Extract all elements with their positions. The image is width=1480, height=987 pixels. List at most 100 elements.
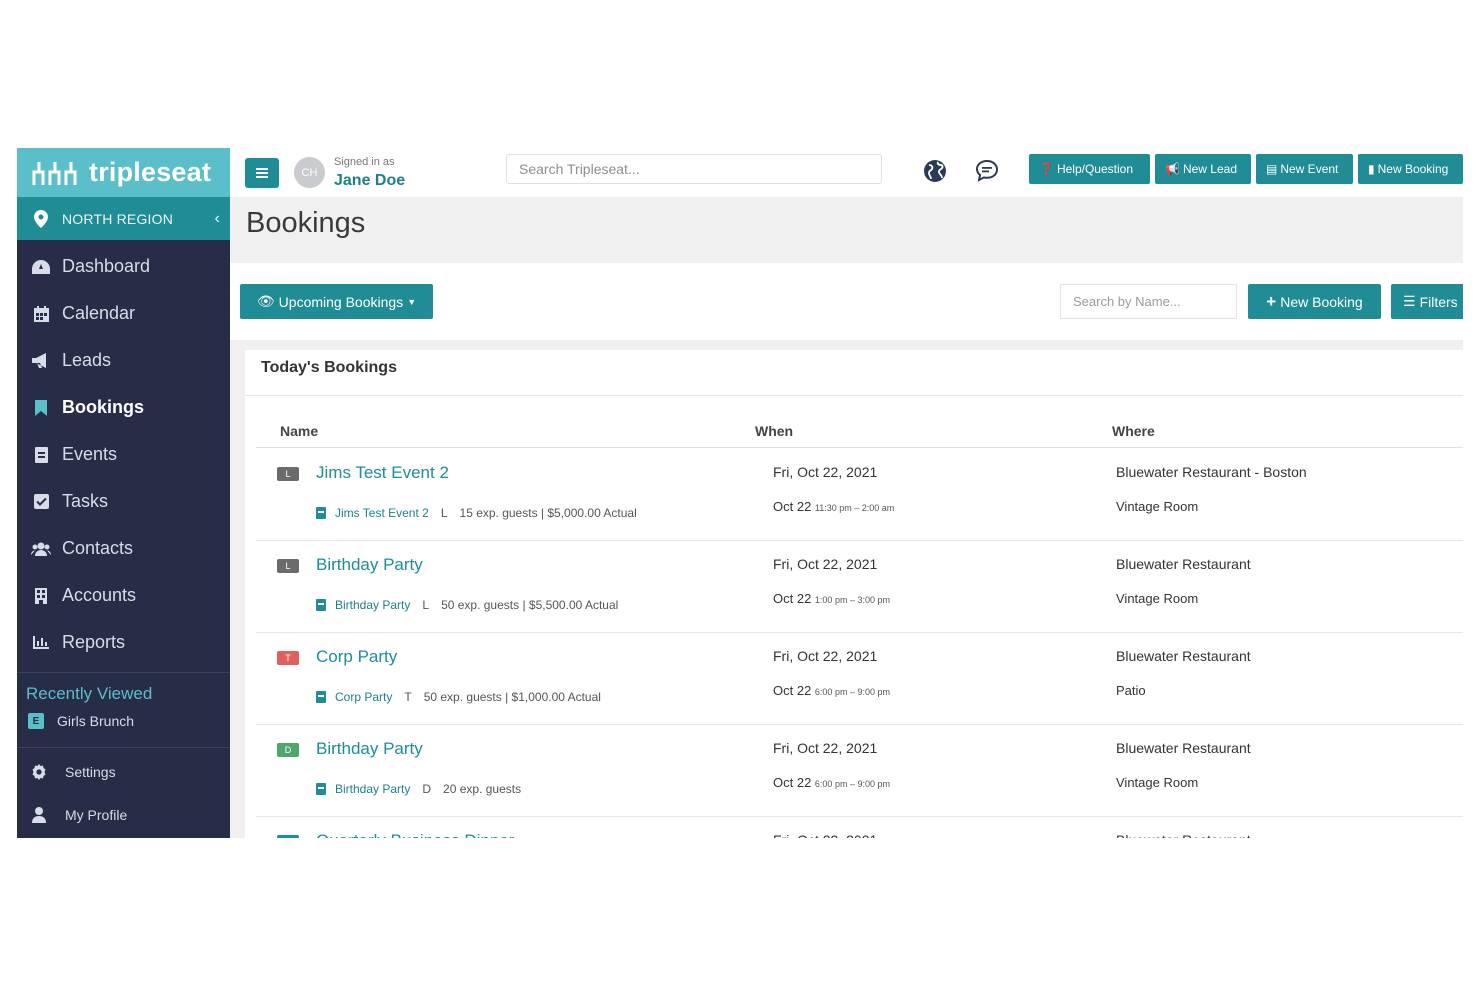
globe-icon[interactable] bbox=[923, 159, 947, 183]
region-label: NORTH REGION bbox=[62, 210, 174, 227]
sidebar-item-contacts[interactable]: Contacts bbox=[17, 525, 230, 572]
booking-title-link[interactable]: Birthday Party bbox=[316, 555, 423, 575]
sidebar-item-my-profile[interactable]: My Profile bbox=[17, 793, 230, 836]
booking-date: Fri, Oct 22, 2021 bbox=[773, 464, 878, 480]
sidebar-item-events[interactable]: Events bbox=[17, 431, 230, 478]
bar-chart-icon bbox=[31, 634, 51, 652]
table-row[interactable]: T Corp Party Corp Party T 50 exp. guests… bbox=[256, 633, 1463, 725]
event-icon bbox=[316, 783, 326, 795]
calendar-icon bbox=[31, 305, 51, 323]
gear-icon bbox=[31, 763, 47, 780]
booking-details: Birthday Party D 20 exp. guests bbox=[316, 782, 521, 796]
sidebar-item-label: My Profile bbox=[65, 806, 128, 823]
global-search-input[interactable]: Search Tripleseat... bbox=[506, 154, 882, 184]
sidebar-item-label: Contacts bbox=[62, 538, 134, 558]
booking-time: Oct 22 11:30 pm – 2:00 am bbox=[773, 499, 894, 514]
sidebar-item-label: Leads bbox=[62, 350, 112, 370]
booking-time: Oct 22 1:00 pm – 3:00 pm bbox=[773, 591, 890, 606]
sidebar-item-reports[interactable]: Reports bbox=[17, 619, 230, 666]
bookmark-icon: ▮ bbox=[1368, 162, 1375, 176]
document-icon bbox=[31, 446, 51, 464]
new-booking-button[interactable]: + New Booking bbox=[1248, 284, 1381, 319]
event-icon bbox=[316, 507, 326, 519]
recently-viewed-heading: Recently Viewed bbox=[26, 684, 153, 703]
event-link[interactable]: Birthday Party bbox=[335, 782, 410, 796]
new-booking-button-top[interactable]: ▮ New Booking bbox=[1358, 154, 1463, 184]
sidebar-divider bbox=[17, 747, 230, 748]
chevron-left-icon[interactable]: ‹ bbox=[214, 210, 220, 228]
sidebar-item-dashboard[interactable]: Dashboard bbox=[17, 243, 230, 290]
megaphone-icon bbox=[31, 352, 51, 370]
signed-in-user[interactable]: Signed in as Jane Doe bbox=[334, 156, 405, 189]
dashboard-icon bbox=[31, 258, 51, 276]
search-by-name-input[interactable]: Search by Name... bbox=[1060, 284, 1237, 319]
top-bar: CH Signed in as Jane Doe Search Triplese… bbox=[230, 148, 1463, 197]
booking-title-link[interactable]: Quarterly Business Dinner bbox=[316, 831, 514, 838]
sidebar: tripleseat NORTH REGION ‹ Dashboard Cale… bbox=[17, 148, 230, 838]
status-badge: D bbox=[277, 835, 299, 838]
plus-icon: + bbox=[1266, 291, 1277, 311]
venue-name: Bluewater Restaurant - Boston bbox=[1116, 464, 1307, 480]
sidebar-item-leads[interactable]: Leads bbox=[17, 337, 230, 384]
column-header-when: When bbox=[755, 423, 794, 439]
button-label: Help/Question bbox=[1056, 162, 1133, 176]
status-badge: T bbox=[277, 651, 299, 665]
sidebar-item-settings[interactable]: Settings bbox=[17, 750, 230, 793]
table-row[interactable]: D Quarterly Business Dinner Fri, Oct 22,… bbox=[256, 817, 1463, 838]
sidebar-item-accounts[interactable]: Accounts bbox=[17, 572, 230, 619]
status-badge: L bbox=[277, 559, 299, 573]
booking-title-link[interactable]: Corp Party bbox=[316, 647, 397, 667]
recently-viewed-item[interactable]: E Girls Brunch bbox=[17, 709, 230, 733]
sidebar-item-label: Settings bbox=[65, 763, 116, 780]
guest-details: 15 exp. guests | $5,000.00 Actual bbox=[459, 506, 637, 520]
time-range: 6:00 pm – 9:00 pm bbox=[814, 687, 890, 697]
button-label: New Event bbox=[1280, 162, 1339, 176]
sidebar-item-bookings[interactable]: Bookings bbox=[17, 384, 230, 431]
event-link[interactable]: Birthday Party bbox=[335, 598, 410, 612]
room-name: Patio bbox=[1116, 683, 1146, 698]
time-range: 11:30 pm – 2:00 am bbox=[814, 503, 895, 513]
filters-button[interactable]: ☰ Filters bbox=[1391, 284, 1463, 319]
todays-bookings-panel: Today's Bookings Name When Where L Jims … bbox=[245, 350, 1463, 838]
sidebar-item-label: Reports bbox=[62, 632, 126, 652]
help-question-button[interactable]: ❓ Help/Question bbox=[1029, 154, 1150, 184]
new-lead-button[interactable]: 📢 New Lead bbox=[1155, 154, 1251, 184]
table-header: Name When Where bbox=[256, 420, 1463, 448]
column-header-name: Name bbox=[280, 423, 319, 439]
table-row[interactable]: D Birthday Party Birthday Party D 20 exp… bbox=[256, 725, 1463, 817]
bookmark-icon bbox=[31, 399, 51, 417]
avatar[interactable]: CH bbox=[294, 157, 325, 188]
venue-name: Bluewater Restaurant bbox=[1116, 648, 1251, 664]
new-event-button[interactable]: ▤ New Event bbox=[1256, 154, 1353, 184]
event-link[interactable]: Corp Party bbox=[335, 690, 392, 704]
booking-details: Birthday Party L 50 exp. guests | $5,500… bbox=[316, 598, 618, 612]
tripleseat-logo[interactable]: tripleseat bbox=[17, 148, 230, 197]
tripleseat-logo-icon bbox=[32, 161, 77, 185]
upcoming-bookings-dropdown[interactable]: 👁 Upcoming Bookings ▼ bbox=[240, 284, 433, 319]
table-row[interactable]: L Jims Test Event 2 Jims Test Event 2 L … bbox=[256, 449, 1463, 541]
guest-details: 50 exp. guests | $1,000.00 Actual bbox=[423, 690, 601, 704]
event-badge: E bbox=[28, 713, 44, 729]
guest-details: 20 exp. guests bbox=[443, 782, 522, 796]
booking-title-link[interactable]: Jims Test Event 2 bbox=[316, 463, 449, 483]
sidebar-item-tasks[interactable]: Tasks bbox=[17, 478, 230, 525]
region-selector[interactable]: NORTH REGION ‹ bbox=[17, 197, 230, 240]
time-day: Oct 22 bbox=[773, 591, 812, 606]
quick-actions: ❓ Help/Question 📢 New Lead ▤ New Event ▮ New… bbox=[1029, 154, 1463, 184]
booking-title-link[interactable]: Birthday Party bbox=[316, 739, 423, 759]
menu-toggle-button[interactable] bbox=[245, 157, 279, 188]
chat-icon[interactable] bbox=[975, 159, 999, 183]
caret-down-icon: ▼ bbox=[407, 296, 417, 307]
booking-details: Jims Test Event 2 L 15 exp. guests | $5,… bbox=[316, 506, 637, 520]
checkbox-icon bbox=[31, 493, 51, 511]
table-row[interactable]: L Birthday Party Birthday Party L 50 exp… bbox=[256, 541, 1463, 633]
user-icon bbox=[31, 806, 47, 823]
panel-heading: Today's Bookings bbox=[245, 350, 1463, 396]
booking-time: Oct 22 6:00 pm – 9:00 pm bbox=[773, 683, 890, 698]
recently-viewed-label: Girls Brunch bbox=[57, 713, 135, 729]
status-code: L bbox=[440, 506, 448, 520]
event-link[interactable]: Jims Test Event 2 bbox=[335, 506, 429, 520]
sidebar-item-calendar[interactable]: Calendar bbox=[17, 290, 230, 337]
booking-date: Fri, Oct 22, 2021 bbox=[773, 832, 877, 838]
booking-date: Fri, Oct 22, 2021 bbox=[773, 648, 878, 664]
